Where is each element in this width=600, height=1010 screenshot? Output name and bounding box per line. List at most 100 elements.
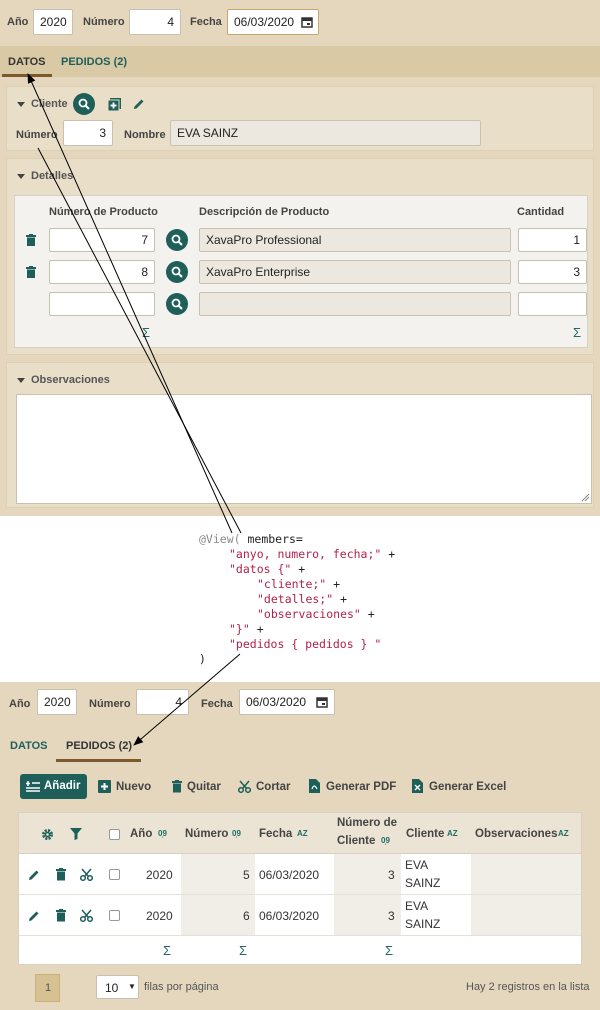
tab-pedidos[interactable]: PEDIDOS (2) [61, 56, 127, 68]
tab-pedidos[interactable]: PEDIDOS (2) [66, 740, 132, 752]
col-numero-cliente-1[interactable]: Número de [337, 817, 397, 829]
code-line-9: ) [199, 652, 206, 666]
fecha-field[interactable]: 06/03/2020 [227, 9, 319, 35]
row3-numero-field[interactable] [49, 292, 155, 316]
row3-search-button[interactable] [166, 293, 188, 315]
resize-handle-icon[interactable] [581, 493, 590, 502]
code-line-8: "pedidos { pedidos } " [229, 637, 382, 651]
select-all-checkbox[interactable] [109, 829, 120, 840]
table-row[interactable]: 2020 5 06/03/2020 3 EVA SAINZ [19, 854, 581, 895]
sort-alpha-icon[interactable]: AZ [297, 829, 308, 838]
filter-icon[interactable] [70, 828, 82, 840]
fecha-label: Fecha [201, 698, 233, 710]
col-numero[interactable]: Número [185, 828, 228, 840]
delete-trash-icon[interactable] [26, 266, 36, 278]
row-shade [471, 854, 581, 894]
page-size-select[interactable]: 10 ▼ [96, 975, 139, 999]
row1-cantidad-field[interactable]: 1 [518, 228, 587, 252]
row3-cantidad-field[interactable] [518, 292, 587, 316]
gear-icon[interactable] [41, 828, 54, 841]
generar-excel-button[interactable]: Generar Excel [429, 781, 506, 793]
cliente-section: Cliente Número 3 Nombre EVA SAINZ [6, 86, 594, 151]
page-1-button[interactable]: 1 [35, 974, 60, 1002]
collapse-triangle-icon [17, 173, 25, 179]
numero-field[interactable]: 4 [136, 689, 189, 715]
sum-icon[interactable]: Σ [142, 325, 150, 340]
pedidos-table: Año 0̣9 Número 0̣9 Fecha AZ Número de Cl… [18, 812, 582, 965]
cell-cliente-1: EVA [405, 899, 429, 913]
excel-file-icon[interactable] [412, 779, 423, 793]
anyo-field[interactable]: 2020 [37, 689, 77, 715]
sort-alpha-icon[interactable]: AZ [558, 829, 569, 838]
detalles-grid: Número de Producto Descripción de Produc… [14, 195, 588, 348]
col-observaciones[interactable]: Observaciones [475, 828, 557, 840]
trash-icon[interactable] [172, 780, 182, 793]
edit-pencil-icon[interactable] [28, 910, 40, 922]
numero-field[interactable]: 4 [129, 9, 181, 35]
dropdown-arrow-icon: ▼ [128, 982, 136, 991]
generar-pdf-button[interactable]: Generar PDF [326, 781, 396, 793]
search-cliente-button[interactable] [73, 93, 95, 115]
edit-pencil-icon[interactable] [28, 869, 40, 881]
add-icon[interactable] [98, 780, 111, 793]
observaciones-section-title[interactable]: Observaciones [17, 374, 110, 386]
sum-icon[interactable]: Σ [573, 325, 581, 340]
tab-datos[interactable]: DATOS [10, 740, 48, 752]
col-numero-cliente-2[interactable]: Cliente [337, 835, 375, 847]
trash-icon[interactable] [56, 868, 66, 881]
calendar-icon[interactable] [301, 16, 313, 28]
cell-anyo: 2020 [146, 909, 173, 923]
row-shade [471, 895, 581, 935]
cell-numero: 6 [243, 909, 250, 923]
col-anyo[interactable]: Año [130, 828, 152, 840]
cliente-section-title[interactable]: Cliente [17, 98, 68, 110]
per-page-label: filas por página [144, 981, 219, 993]
row2-numero-field[interactable]: 8 [49, 260, 155, 284]
col-cliente[interactable]: Cliente [406, 828, 444, 840]
cliente-numero-label: Número [16, 129, 58, 141]
cell-anyo: 2020 [146, 868, 173, 882]
cortar-button[interactable]: Cortar [256, 781, 291, 793]
row-checkbox[interactable] [109, 910, 120, 921]
quitar-button[interactable]: Quitar [187, 781, 221, 793]
cell-numero: 5 [243, 868, 250, 882]
row2-search-button[interactable] [166, 261, 188, 283]
observaciones-textarea[interactable] [16, 394, 592, 504]
fecha-field[interactable]: 06/03/2020 [239, 689, 335, 715]
sum-icon[interactable]: Σ [239, 943, 247, 958]
cliente-numero-field[interactable]: 3 [63, 120, 113, 146]
col-fecha[interactable]: Fecha [259, 828, 292, 840]
calendar-icon[interactable] [316, 696, 328, 708]
sort-numeric-icon[interactable]: 0̣9 [381, 836, 390, 845]
sort-numeric-icon[interactable]: 0̣9 [158, 829, 167, 838]
sum-icon[interactable]: Σ [163, 943, 171, 958]
scissors-icon[interactable] [238, 780, 251, 793]
tab-pedidos-underline [56, 759, 141, 762]
row-checkbox[interactable] [109, 869, 120, 880]
page-number: 1 [45, 982, 52, 994]
edit-pencil-icon[interactable] [133, 98, 145, 110]
detalles-section-title[interactable]: Detalles [17, 170, 73, 182]
sort-numeric-icon[interactable]: 0̣9 [232, 829, 241, 838]
table-row[interactable]: 2020 6 06/03/2020 3 EVA SAINZ [19, 895, 581, 936]
row2-cantidad-field[interactable]: 3 [518, 260, 587, 284]
nuevo-button[interactable]: Nuevo [116, 781, 151, 793]
search-icon [171, 298, 183, 310]
add-icon[interactable] [108, 98, 121, 111]
cell-cliente-2: SAINZ [405, 917, 441, 931]
delete-trash-icon[interactable] [26, 234, 36, 246]
trash-icon[interactable] [56, 909, 66, 922]
fecha-value: 06/03/2020 [246, 695, 307, 709]
scissors-icon[interactable] [80, 909, 93, 922]
sort-alpha-icon[interactable]: AZ [447, 829, 458, 838]
scissors-icon[interactable] [80, 868, 93, 881]
tab-datos[interactable]: DATOS [8, 56, 46, 68]
collapse-triangle-icon [17, 377, 25, 383]
row1-numero-field[interactable]: 7 [49, 228, 155, 252]
sum-icon[interactable]: Σ [385, 943, 393, 958]
anadir-button[interactable]: Añadir [20, 774, 87, 799]
row1-search-button[interactable] [166, 229, 188, 251]
pdf-file-icon[interactable] [309, 779, 320, 793]
observaciones-title-text: Observaciones [31, 374, 110, 386]
anyo-field[interactable]: 2020 [33, 9, 73, 35]
